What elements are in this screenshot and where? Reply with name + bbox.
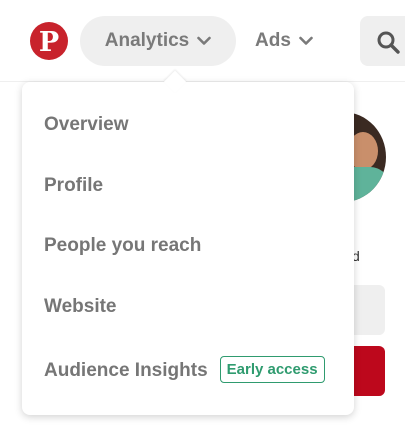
logo-letter: P xyxy=(38,26,60,58)
search-box[interactable] xyxy=(360,16,405,66)
menu-item-audience-insights[interactable]: Audience Insights Early access xyxy=(44,356,325,383)
early-access-badge: Early access xyxy=(219,356,325,383)
menu-item-website[interactable]: Website xyxy=(44,296,117,318)
menu-item-profile[interactable]: Profile xyxy=(44,175,103,197)
menu-item-overview[interactable]: Overview xyxy=(44,114,129,136)
pinterest-logo-icon[interactable]: P xyxy=(30,22,68,60)
top-navigation-bar: P Analytics Ads xyxy=(0,0,405,82)
chevron-down-icon xyxy=(299,36,313,46)
analytics-label: Analytics xyxy=(104,30,190,51)
analytics-dropdown-menu: Overview Profile People you reach Websit… xyxy=(22,70,354,415)
audience-insights-label: Audience Insights xyxy=(44,360,208,381)
menu-item-people-you-reach[interactable]: People you reach xyxy=(44,235,201,257)
analytics-menu-button[interactable]: Analytics xyxy=(80,16,236,66)
search-icon xyxy=(377,31,400,54)
ads-label: Ads xyxy=(255,30,291,51)
ads-menu-button[interactable]: Ads xyxy=(255,16,313,66)
chevron-down-icon xyxy=(197,36,212,46)
